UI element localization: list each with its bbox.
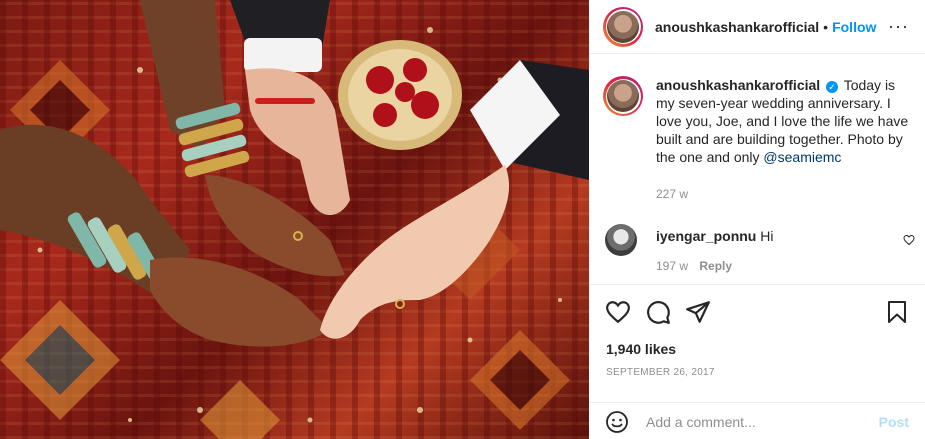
comment-reply-button[interactable]: Reply xyxy=(699,259,732,273)
emoji-icon[interactable] xyxy=(605,410,629,434)
commenter-avatar[interactable] xyxy=(605,224,637,256)
add-comment-bar: Add a comment... Post xyxy=(589,402,925,439)
caption-author-avatar[interactable] xyxy=(603,76,643,116)
likes-count[interactable]: 1,940 likes xyxy=(606,341,676,357)
photo-illustration xyxy=(0,0,589,439)
comment-content: iyengar_ponnu Hi xyxy=(656,228,773,244)
post-header: anoushkashankarofficial • Follow ··· xyxy=(589,0,925,54)
bookmark-icon[interactable] xyxy=(885,299,909,325)
caption-body: anoushkashankarofficial ✓ Today is my se… xyxy=(656,76,913,166)
separator-dot: • xyxy=(823,18,829,35)
comment-timestamp[interactable]: 197 w xyxy=(656,259,688,273)
comment-username[interactable]: iyengar_ponnu xyxy=(656,228,756,244)
comment-meta: 197 w Reply xyxy=(656,259,732,273)
post-date: SEPTEMBER 26, 2017 xyxy=(606,367,715,378)
heart-icon[interactable] xyxy=(605,299,631,325)
comment-like-heart-icon[interactable] xyxy=(903,234,915,246)
verified-badge-icon: ✓ xyxy=(826,81,839,93)
post-side-panel: anoushkashankarofficial • Follow ··· ano… xyxy=(589,0,925,439)
avatar-image xyxy=(607,10,639,43)
post-caption: anoushkashankarofficial ✓ Today is my se… xyxy=(603,76,913,166)
avatar-image xyxy=(607,80,639,112)
comment-icon[interactable] xyxy=(645,299,671,325)
post-comment-button[interactable]: Post xyxy=(879,414,909,430)
comment-text: Hi xyxy=(760,228,774,244)
follow-button[interactable]: Follow xyxy=(832,19,876,35)
post-actions-bar xyxy=(589,284,925,338)
post-photo[interactable] xyxy=(0,0,589,439)
more-options-icon[interactable]: ··· xyxy=(888,16,909,37)
share-icon[interactable] xyxy=(685,299,711,325)
caption-timestamp[interactable]: 227 w xyxy=(656,187,688,201)
comment-input[interactable]: Add a comment... xyxy=(646,414,756,430)
author-avatar[interactable] xyxy=(603,6,643,47)
caption-username[interactable]: anoushkashankarofficial xyxy=(656,77,820,93)
caption-mention-link[interactable]: @seamiemc xyxy=(763,149,841,165)
author-username[interactable]: anoushkashankarofficial xyxy=(655,19,819,35)
